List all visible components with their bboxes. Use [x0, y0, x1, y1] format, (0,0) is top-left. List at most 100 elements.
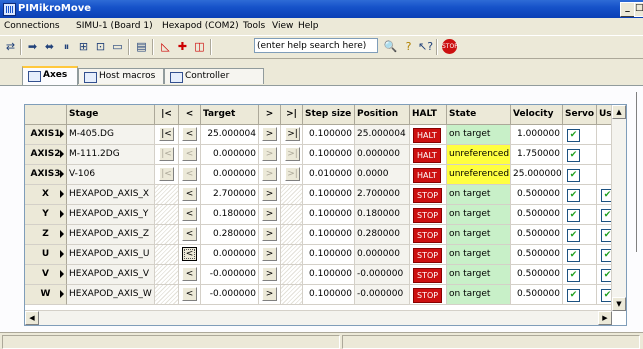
arrow-right-icon[interactable]: ➡: [25, 39, 40, 54]
step-size-input[interactable]: 0.100000: [303, 225, 355, 245]
step-size-input[interactable]: 0.010000: [303, 165, 355, 185]
console-icon[interactable]: ⊡: [93, 39, 108, 54]
menu-view[interactable]: View: [272, 21, 293, 31]
move-to-max-button[interactable]: >|: [285, 147, 300, 161]
step-up-button[interactable]: >: [262, 227, 277, 241]
step-up-button[interactable]: >: [262, 287, 277, 301]
row-header[interactable]: AXIS3: [25, 165, 67, 185]
target-input[interactable]: -0.000000: [201, 285, 259, 305]
servo-checkbox[interactable]: ✔: [567, 289, 580, 302]
target-input[interactable]: 0.180000: [201, 205, 259, 225]
search-help-icon[interactable]: 🔍: [383, 39, 398, 54]
row-header[interactable]: AXIS1: [25, 125, 67, 145]
vertical-scrollbar[interactable]: ▲ ▼: [611, 105, 626, 311]
row-header[interactable]: X: [25, 185, 67, 205]
velocity-input[interactable]: 0.500000: [511, 205, 563, 225]
step-size-input[interactable]: 0.100000: [303, 185, 355, 205]
step-down-button[interactable]: <: [182, 167, 197, 181]
halt-button[interactable]: STOP: [413, 248, 443, 263]
step-size-input[interactable]: 0.100000: [303, 145, 355, 165]
maximize-button[interactable]: □: [634, 2, 643, 17]
halt-button[interactable]: STOP: [413, 208, 443, 223]
menu-connections[interactable]: Connections: [4, 21, 60, 31]
step-down-button[interactable]: <: [182, 287, 197, 301]
context-help-icon[interactable]: ↖?: [418, 39, 433, 54]
step-down-button[interactable]: <: [182, 127, 197, 141]
step-down-button[interactable]: <: [182, 147, 197, 161]
servo-checkbox[interactable]: ✔: [567, 149, 580, 162]
graph-icon[interactable]: ◺: [158, 39, 173, 54]
scroll-left-icon[interactable]: ◀: [25, 311, 39, 325]
halt-button[interactable]: HALT: [413, 148, 441, 163]
step-up-button[interactable]: >: [262, 267, 277, 281]
step-size-input[interactable]: 0.100000: [303, 285, 355, 305]
scroll-down-icon[interactable]: ▼: [612, 297, 626, 311]
step-size-input[interactable]: 0.100000: [303, 265, 355, 285]
halt-button[interactable]: HALT: [413, 128, 441, 143]
menu-simu[interactable]: SIMU-1 (Board 1): [76, 21, 153, 31]
step-up-button[interactable]: >: [262, 247, 277, 261]
menu-tools[interactable]: Tools: [243, 21, 265, 31]
move-to-max-button[interactable]: >|: [285, 127, 300, 141]
target-input[interactable]: 0.000000: [201, 165, 259, 185]
move-to-min-button[interactable]: |<: [159, 147, 174, 161]
step-up-button[interactable]: >: [262, 207, 277, 221]
target-input[interactable]: 2.700000: [201, 185, 259, 205]
target-input[interactable]: 0.000000: [201, 145, 259, 165]
window-icon[interactable]: ▭: [110, 39, 125, 54]
row-header[interactable]: V: [25, 265, 67, 285]
connect-icon[interactable]: ⇄: [3, 39, 18, 54]
chart-icon[interactable]: ◫: [192, 39, 207, 54]
target-input[interactable]: 25.000004: [201, 125, 259, 145]
velocity-input[interactable]: 0.500000: [511, 245, 563, 265]
row-header[interactable]: Z: [25, 225, 67, 245]
scroll-up-icon[interactable]: ▲: [612, 105, 626, 119]
velocity-input[interactable]: 0.500000: [511, 265, 563, 285]
stop-icon[interactable]: STOP: [442, 39, 458, 54]
row-header[interactable]: U: [25, 245, 67, 265]
servo-checkbox[interactable]: ✔: [567, 189, 580, 202]
velocity-input[interactable]: 1.000000: [511, 125, 563, 145]
step-down-button[interactable]: <: [182, 187, 197, 201]
servo-checkbox[interactable]: ✔: [567, 209, 580, 222]
tab-axes[interactable]: Axes: [22, 66, 78, 85]
menu-hexapod[interactable]: Hexapod (COM2): [162, 21, 239, 31]
halt-button[interactable]: STOP: [413, 188, 443, 203]
halt-button[interactable]: STOP: [413, 288, 443, 303]
servo-checkbox[interactable]: ✔: [567, 249, 580, 262]
double-arrow-icon[interactable]: ⬌: [42, 39, 57, 54]
step-down-button[interactable]: <: [182, 267, 197, 281]
minimize-button[interactable]: _: [620, 2, 635, 17]
horizontal-scrollbar[interactable]: ◀ ▶: [25, 310, 612, 325]
scroll-right-icon[interactable]: ▶: [598, 311, 612, 325]
add-graph-icon[interactable]: ✚: [175, 39, 190, 54]
step-up-button[interactable]: >: [262, 147, 277, 161]
move-to-min-button[interactable]: |<: [159, 167, 174, 181]
help-icon[interactable]: ?: [401, 39, 416, 54]
move-to-max-button[interactable]: >|: [285, 167, 300, 181]
target-input[interactable]: 0.000000: [201, 245, 259, 265]
tab-controller-macros[interactable]: Controller macros: [164, 68, 264, 96]
menu-help[interactable]: Help: [298, 21, 319, 31]
servo-checkbox[interactable]: ✔: [567, 269, 580, 282]
plus-box-icon[interactable]: ⊞: [76, 39, 91, 54]
tab-host-macros[interactable]: Host macros: [78, 68, 164, 84]
servo-checkbox[interactable]: ✔: [567, 169, 580, 182]
help-search-input[interactable]: (enter help search here): [254, 38, 378, 53]
velocity-input[interactable]: 0.500000: [511, 285, 563, 305]
step-down-button[interactable]: <: [182, 247, 197, 261]
step-up-button[interactable]: >: [262, 167, 277, 181]
target-input[interactable]: -0.000000: [201, 265, 259, 285]
halt-button[interactable]: STOP: [413, 268, 443, 283]
step-size-input[interactable]: 0.100000: [303, 205, 355, 225]
step-size-input[interactable]: 0.100000: [303, 245, 355, 265]
step-up-button[interactable]: >: [262, 127, 277, 141]
pause-icon[interactable]: ⏸: [59, 39, 74, 54]
velocity-input[interactable]: 1.750000: [511, 145, 563, 165]
halt-button[interactable]: STOP: [413, 228, 443, 243]
servo-checkbox[interactable]: ✔: [567, 229, 580, 242]
servo-checkbox[interactable]: ✔: [567, 129, 580, 142]
row-header[interactable]: W: [25, 285, 67, 305]
velocity-input[interactable]: 0.500000: [511, 185, 563, 205]
layout-icon[interactable]: ▤: [134, 39, 149, 54]
